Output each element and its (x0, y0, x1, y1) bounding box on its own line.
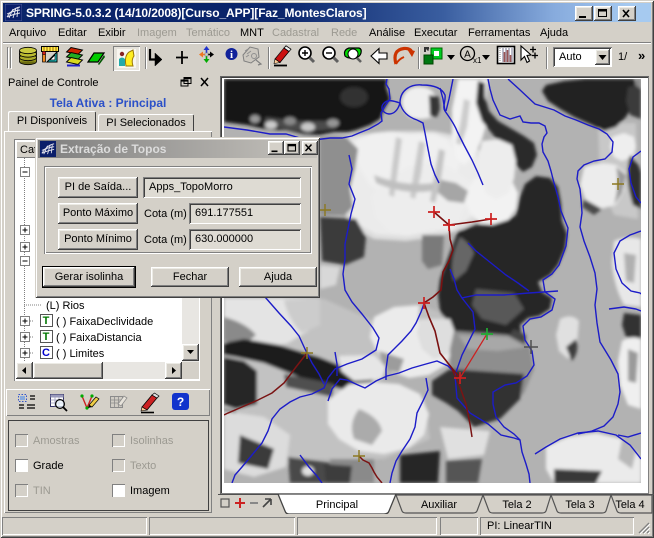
svg-text:T: T (43, 331, 50, 343)
svg-text:( ) Limites: ( ) Limites (56, 348, 105, 360)
svg-text:( ) FaixaDeclividade: ( ) FaixaDeclividade (56, 316, 153, 328)
svg-text:i: i (230, 49, 233, 61)
svg-text:( ) FaixaDistancia: ( ) FaixaDistancia (56, 332, 142, 344)
svg-text:Tela 3: Tela 3 (565, 499, 594, 511)
svg-text:x1: x1 (473, 56, 482, 65)
svg-text:T: T (43, 315, 50, 327)
svg-text:C: C (42, 347, 50, 359)
svg-text:(L) Rios: (L) Rios (46, 300, 85, 312)
svg-text:Tela 4: Tela 4 (615, 499, 644, 511)
svg-text:A: A (464, 50, 471, 61)
svg-text:Principal: Principal (316, 499, 358, 511)
svg-text:?: ? (177, 395, 184, 409)
svg-text:Tela 2: Tela 2 (502, 499, 531, 511)
svg-text:Auxiliar: Auxiliar (421, 499, 457, 511)
